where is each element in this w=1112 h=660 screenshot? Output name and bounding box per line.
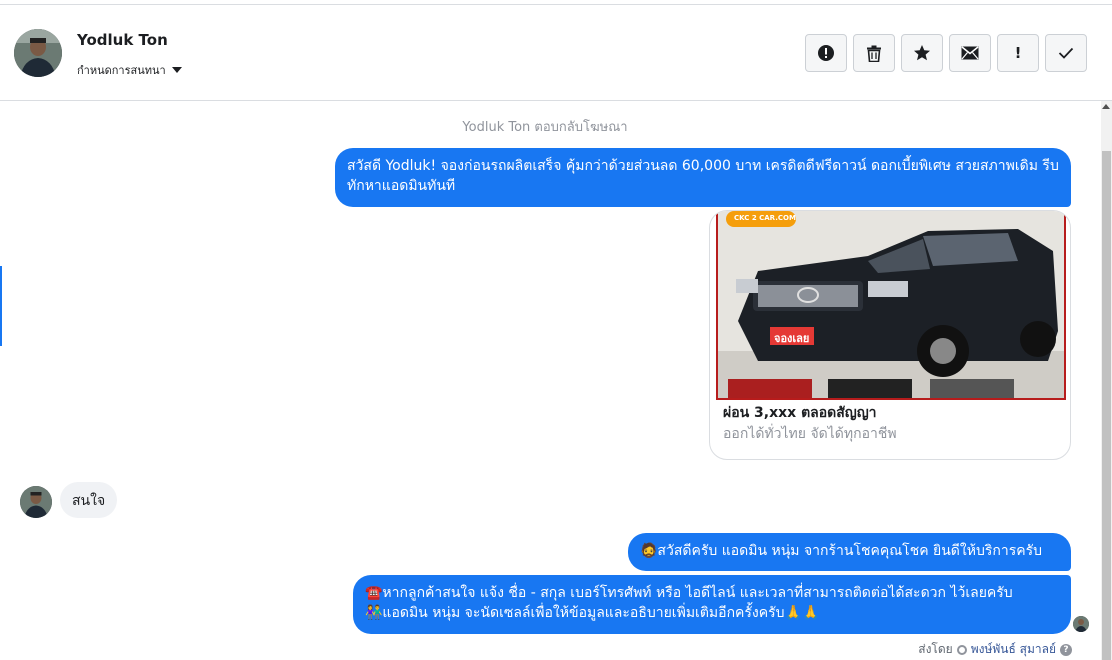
- ad-car-image[interactable]: CKC 2 CAR.COM จองเลย: [716, 211, 1066, 400]
- outgoing-message-ad-text: สวัสดี Yodluk! จองก่อนรถผลิตเสร็จ คุ้มกว…: [335, 148, 1071, 207]
- assign-label: กำหนดการสนทนา: [77, 64, 166, 77]
- delete-button[interactable]: [853, 34, 895, 72]
- mail-icon: [961, 46, 979, 60]
- ad-card-subtitle: ออกได้ทั่วไทย จัดได้ทุกอาชีพ: [723, 426, 897, 442]
- outgoing-message-greeting: 🧔สวัสดีครับ แอดมิน หนุ่ม จากร้านโชคคุณโช…: [628, 533, 1071, 571]
- message-text-line: 👫แอดมิน หนุ่ม จะนัดเซลล์เพื่อให้ข้อมูลแล…: [365, 605, 820, 621]
- exclamation-icon: !: [1014, 44, 1022, 62]
- selection-indicator: [0, 266, 2, 346]
- message-text-line: ☎️หากลูกค้าสนใจ แจ้ง ชื่อ - สกุล เบอร์โท…: [365, 585, 1013, 601]
- contact-name[interactable]: Yodluk Ton: [77, 31, 168, 49]
- star-button[interactable]: [901, 34, 943, 72]
- mark-unread-button[interactable]: [949, 34, 991, 72]
- mark-spam-button[interactable]: [805, 34, 847, 72]
- mark-done-button[interactable]: [1045, 34, 1087, 72]
- message-text: สนใจ: [72, 493, 106, 509]
- conversation-actions: !: [805, 34, 1087, 72]
- gear-icon: [956, 644, 967, 655]
- contact-avatar-small[interactable]: [20, 486, 52, 518]
- message-text: 🧔สวัสดีครับ แอดมิน หนุ่ม จากร้านโชคคุณโช…: [640, 543, 1042, 559]
- contact-avatar[interactable]: [14, 29, 62, 77]
- check-icon: [1058, 47, 1074, 59]
- outgoing-message-request: ☎️หากลูกค้าสนใจ แจ้ง ชื่อ - สกุล เบอร์โท…: [353, 575, 1071, 634]
- ad-card[interactable]: CKC 2 CAR.COM จองเลย ผ่อน 3,xxx ตลอดสัญญ…: [709, 210, 1071, 460]
- sender-name[interactable]: พงษ์พันธ์ สุมาลย์: [971, 640, 1056, 659]
- seen-avatar: [1073, 616, 1089, 632]
- ad-card-title[interactable]: ผ่อน 3,xxx ตลอดสัญญา: [723, 402, 877, 424]
- help-icon[interactable]: ?: [1060, 643, 1072, 656]
- sent-by-label: ส่งโดย: [918, 642, 953, 656]
- follow-up-button[interactable]: !: [997, 34, 1039, 72]
- trash-icon: [867, 45, 881, 62]
- scrollbar-thumb[interactable]: [1102, 151, 1111, 660]
- caret-down-icon: [171, 67, 182, 73]
- scroll-up-arrow-icon[interactable]: [1102, 104, 1110, 109]
- star-icon: [914, 45, 930, 61]
- message-text: สวัสดี Yodluk! จองก่อนรถผลิตเสร็จ คุ้มกว…: [347, 158, 1059, 194]
- ad-reply-note: Yodluk Ton ตอบกลับโฆษณา: [462, 120, 628, 135]
- assign-conversation-dropdown[interactable]: กำหนดการสนทนา: [77, 61, 182, 79]
- ad-badge-text: CKC 2 CAR.COM: [734, 214, 796, 222]
- conversation-header: Yodluk Ton กำหนดการสนทนา !: [0, 5, 1112, 101]
- alert-circle-icon: [818, 45, 834, 61]
- ad-sticker-text: จองเลย: [774, 332, 810, 345]
- sent-by-footer: ส่งโดย พงษ์พันธ์ สุมาลย์ ?: [918, 640, 1072, 659]
- incoming-message: สนใจ: [60, 482, 118, 518]
